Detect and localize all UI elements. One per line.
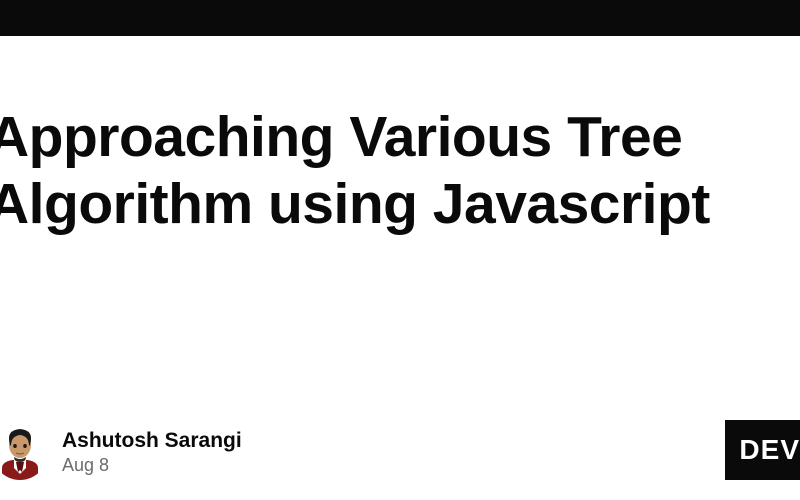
- author-name: Ashutosh Sarangi: [62, 429, 242, 453]
- top-bar: [0, 0, 800, 36]
- author-block: Ashutosh Sarangi Aug 8: [62, 429, 242, 476]
- dev-badge: DEV: [725, 420, 800, 480]
- byline: Ashutosh Sarangi Aug 8: [0, 424, 242, 480]
- content-area: Approaching Various Tree Algorithm using…: [0, 36, 800, 237]
- title-line-1: Approaching Various Tree: [0, 105, 682, 169]
- title-line-2: Algorithm using Javascript: [0, 172, 710, 236]
- publish-date: Aug 8: [62, 455, 242, 476]
- article-title: Approaching Various Tree Algorithm using…: [0, 104, 800, 237]
- author-avatar: [0, 424, 48, 480]
